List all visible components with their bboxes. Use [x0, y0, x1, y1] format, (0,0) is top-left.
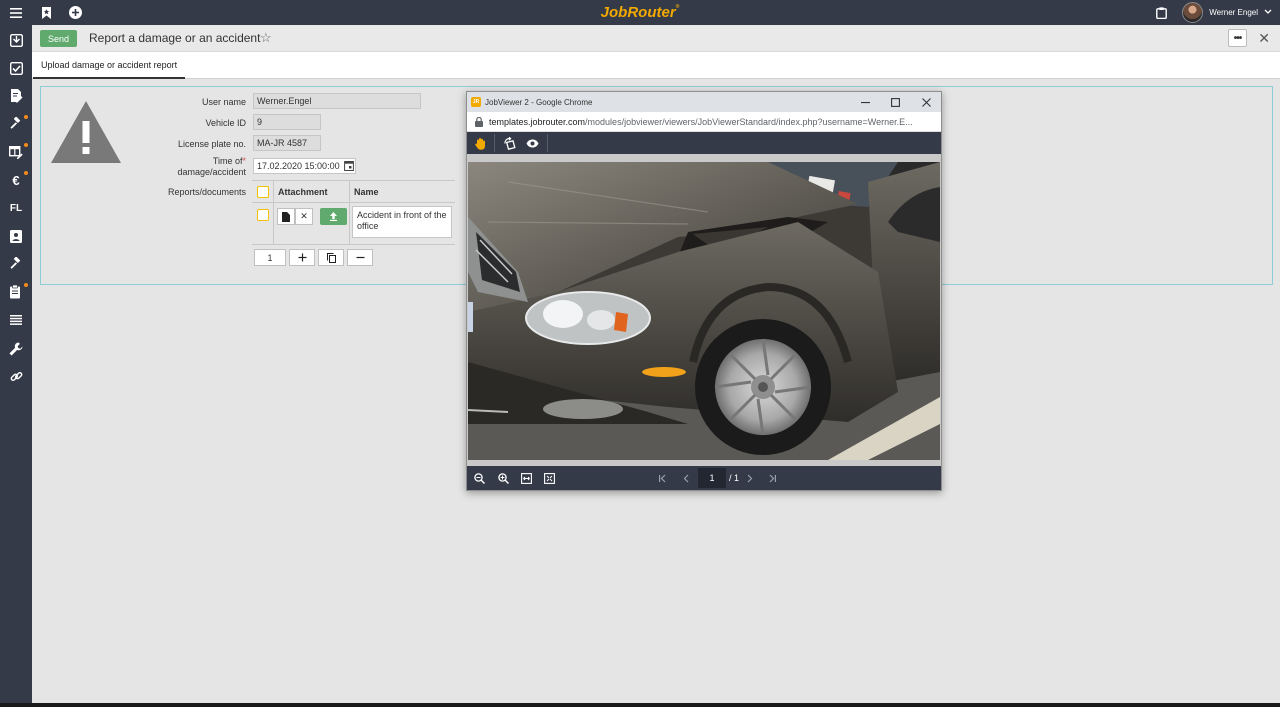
zoom-in-icon[interactable]	[495, 470, 511, 486]
add-circle-icon[interactable]	[67, 4, 84, 21]
sidebar: € FL	[0, 25, 32, 707]
grid-col-divider	[273, 181, 274, 244]
favorite-star-icon[interactable]: ☆	[260, 30, 272, 46]
window-close-icon[interactable]	[919, 95, 933, 109]
link-icon[interactable]	[0, 365, 32, 387]
calendar-icon[interactable]	[344, 160, 354, 173]
wrench-icon[interactable]	[0, 338, 32, 360]
contact-card-icon[interactable]	[0, 225, 32, 247]
vehicle-id-field[interactable]: 9	[253, 114, 321, 130]
grid-bottom-divider	[252, 244, 455, 245]
previous-page-icon[interactable]	[678, 470, 694, 486]
toolbar-separator	[494, 134, 495, 152]
brand-logo: JobRouter®	[600, 4, 680, 21]
grid-top-divider	[252, 180, 455, 181]
grid-col-divider	[349, 181, 350, 244]
vehicle-id-label: Vehicle ID	[205, 118, 246, 128]
rotate-icon[interactable]	[498, 134, 520, 152]
document-viewport[interactable]	[467, 154, 941, 466]
send-button[interactable]: Send	[40, 30, 77, 47]
license-plate-label: License plate no.	[177, 139, 246, 149]
row-checkbox[interactable]	[257, 209, 269, 223]
pan-hand-icon[interactable]	[469, 134, 491, 152]
taskbar-edge	[0, 703, 1280, 707]
viewer-toolbar	[467, 132, 941, 154]
file-icon[interactable]	[277, 208, 295, 225]
user-menu[interactable]: Werner Engel	[1182, 1, 1272, 24]
zoom-out-icon[interactable]	[471, 470, 487, 486]
notification-dot	[24, 115, 28, 119]
minimize-icon[interactable]	[858, 95, 872, 109]
page-title: Report a damage or an accident	[89, 31, 261, 45]
fl-text-icon[interactable]: FL	[0, 197, 32, 219]
copy-row-icon[interactable]	[318, 249, 344, 266]
tab-upload-report[interactable]: Upload damage or accident report	[33, 52, 186, 79]
gavel-icon[interactable]	[0, 113, 32, 135]
notification-dot	[24, 171, 28, 175]
hamburger-menu-icon[interactable]	[7, 4, 24, 21]
reports-label: Reports/documents	[167, 187, 246, 197]
tab-bar: Upload damage or accident report	[32, 52, 1280, 79]
remove-attachment-icon[interactable]: ✕	[295, 208, 313, 225]
list-icon[interactable]	[0, 309, 32, 331]
table-edit-icon[interactable]	[0, 141, 32, 163]
jobrouter-app-icon: JR	[471, 97, 481, 107]
attachment-name-field[interactable]: Accident in front of the office	[352, 206, 452, 238]
fit-page-icon[interactable]	[541, 470, 557, 486]
clipboard-icon[interactable]	[1153, 4, 1170, 21]
checkbox-icon[interactable]	[0, 57, 32, 79]
lock-icon	[475, 116, 483, 129]
next-page-icon[interactable]	[741, 470, 757, 486]
jobviewer-window: JR JobViewer 2 - Google Chrome templates…	[466, 91, 942, 491]
fit-width-icon[interactable]	[518, 470, 534, 486]
first-page-icon[interactable]	[654, 470, 670, 486]
url-text: templates.jobrouter.com/modules/jobviewe…	[489, 117, 913, 127]
select-all-checkbox[interactable]	[257, 186, 269, 200]
more-options-button[interactable]: •••	[1228, 29, 1247, 47]
euro-icon[interactable]: €	[0, 169, 32, 191]
user-name-label: User name	[201, 97, 246, 107]
user-name: Werner Engel	[1209, 8, 1258, 17]
time-label: Time of* damage/accident	[177, 156, 246, 177]
gavel-icon[interactable]	[0, 253, 32, 275]
document-edit-icon[interactable]	[0, 85, 32, 107]
window-title-bar: JR JobViewer 2 - Google Chrome	[467, 92, 941, 112]
inbox-icon[interactable]	[0, 29, 32, 51]
page-number-input[interactable]: 1	[698, 468, 726, 488]
remove-row-icon[interactable]	[347, 249, 373, 266]
license-plate-field[interactable]: MA-JR 4587	[253, 135, 321, 151]
col-name-header: Name	[354, 187, 379, 197]
window-title: JobViewer 2 - Google Chrome	[485, 98, 593, 107]
row-count-field[interactable]: 1	[254, 249, 286, 266]
last-page-icon[interactable]	[764, 470, 780, 486]
warning-triangle-icon	[49, 99, 123, 167]
step-header: Send Report a damage or an accident ☆ ••…	[32, 25, 1280, 52]
avatar	[1182, 2, 1204, 23]
damaged-car-photo	[468, 162, 940, 460]
address-bar[interactable]: templates.jobrouter.com/modules/jobviewe…	[467, 112, 941, 132]
col-attachment-header: Attachment	[278, 187, 328, 197]
grid-header-divider	[252, 202, 455, 203]
toolbar-separator	[547, 134, 548, 152]
clipboard-icon[interactable]	[0, 281, 32, 303]
viewer-navigation-bar: 1 / 1	[467, 466, 941, 490]
time-field[interactable]: 17.02.2020 15:00:00	[253, 158, 356, 174]
upload-button[interactable]	[320, 208, 347, 225]
maximize-icon[interactable]	[888, 95, 902, 109]
notification-dot	[24, 283, 28, 287]
top-bar: JobRouter® Werner Engel	[0, 0, 1280, 25]
notification-dot	[24, 143, 28, 147]
close-icon[interactable]: ✕	[1258, 30, 1270, 47]
bookmark-icon[interactable]	[38, 4, 55, 21]
chevron-down-icon	[1264, 8, 1272, 17]
add-row-icon[interactable]	[289, 249, 315, 266]
eye-icon[interactable]	[521, 134, 543, 152]
page-total: / 1	[729, 473, 740, 483]
user-name-field[interactable]: Werner.Engel	[253, 93, 421, 109]
